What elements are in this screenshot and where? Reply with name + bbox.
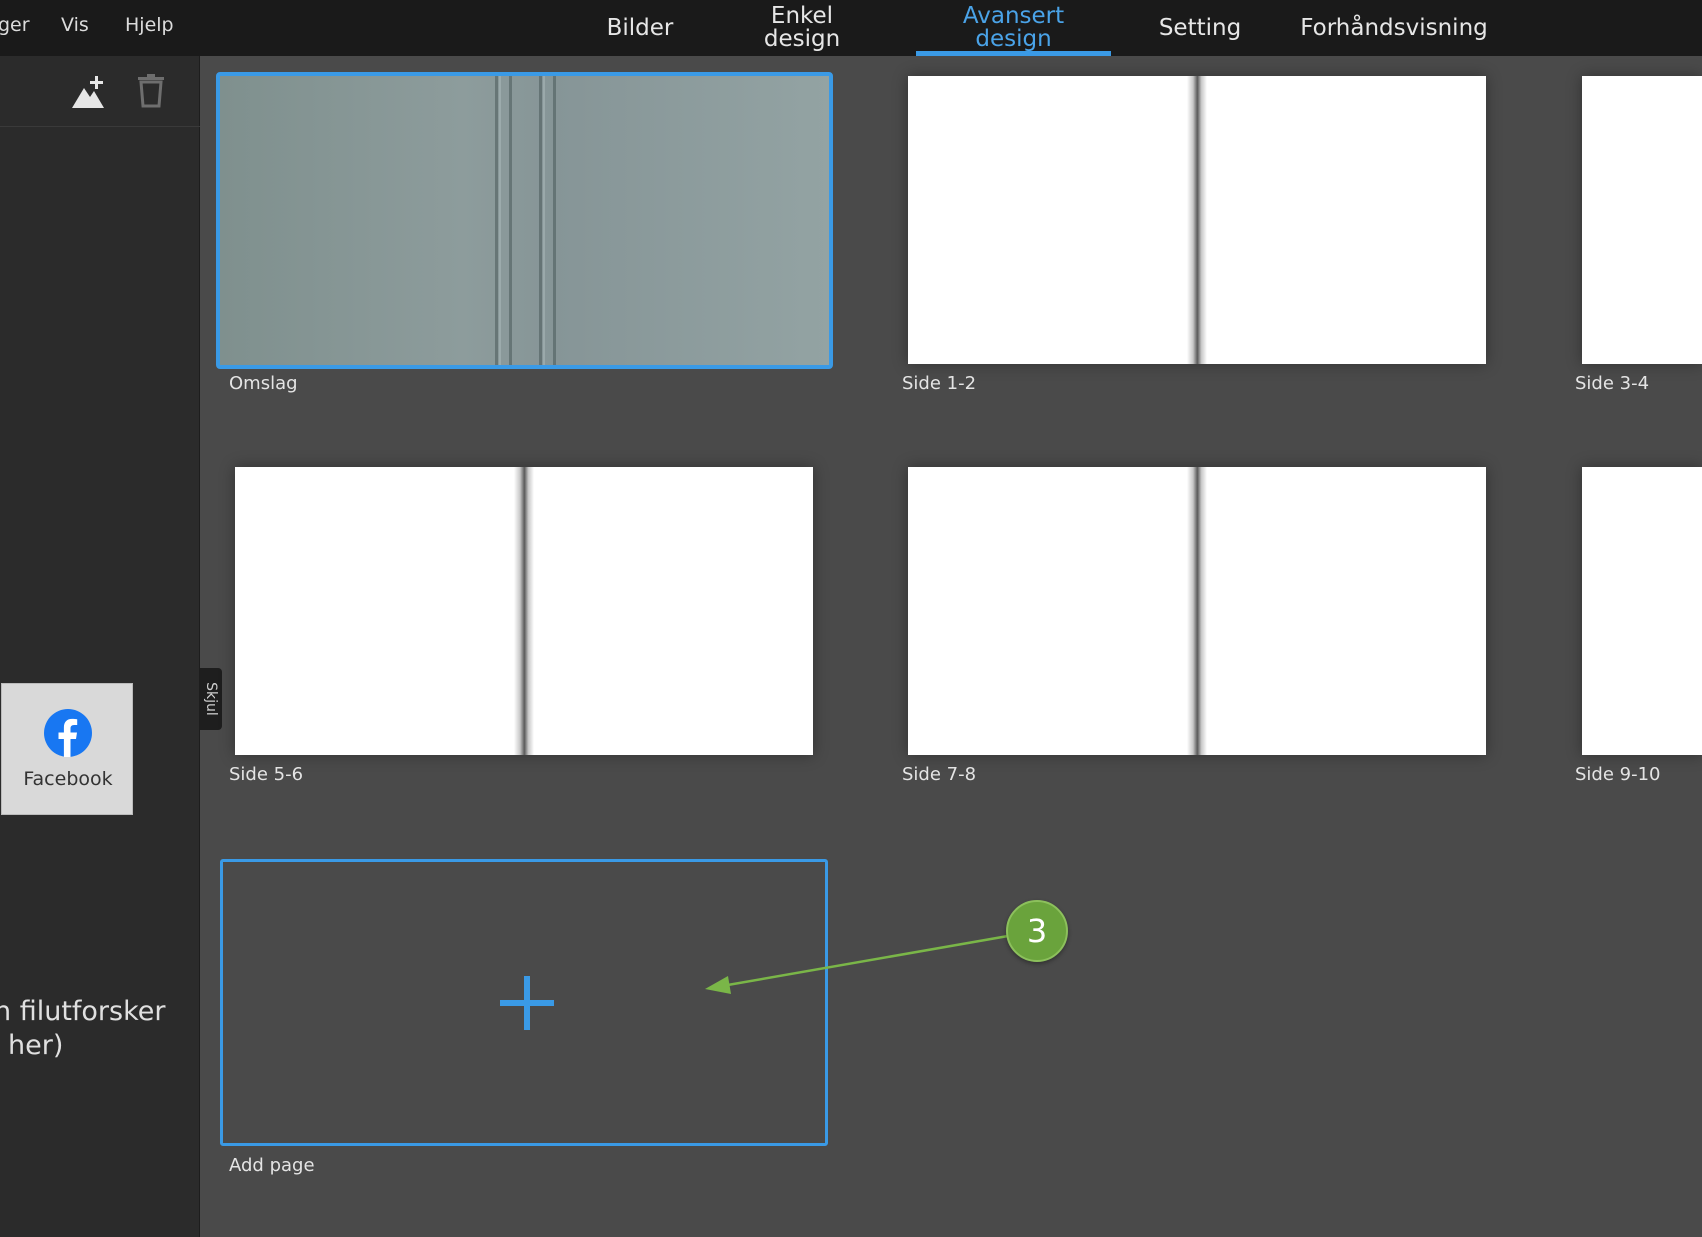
annotation-number: 3 (1026, 912, 1048, 950)
annotation-step-badge: 3 (1006, 900, 1068, 962)
annotation-arrow (705, 934, 1009, 994)
